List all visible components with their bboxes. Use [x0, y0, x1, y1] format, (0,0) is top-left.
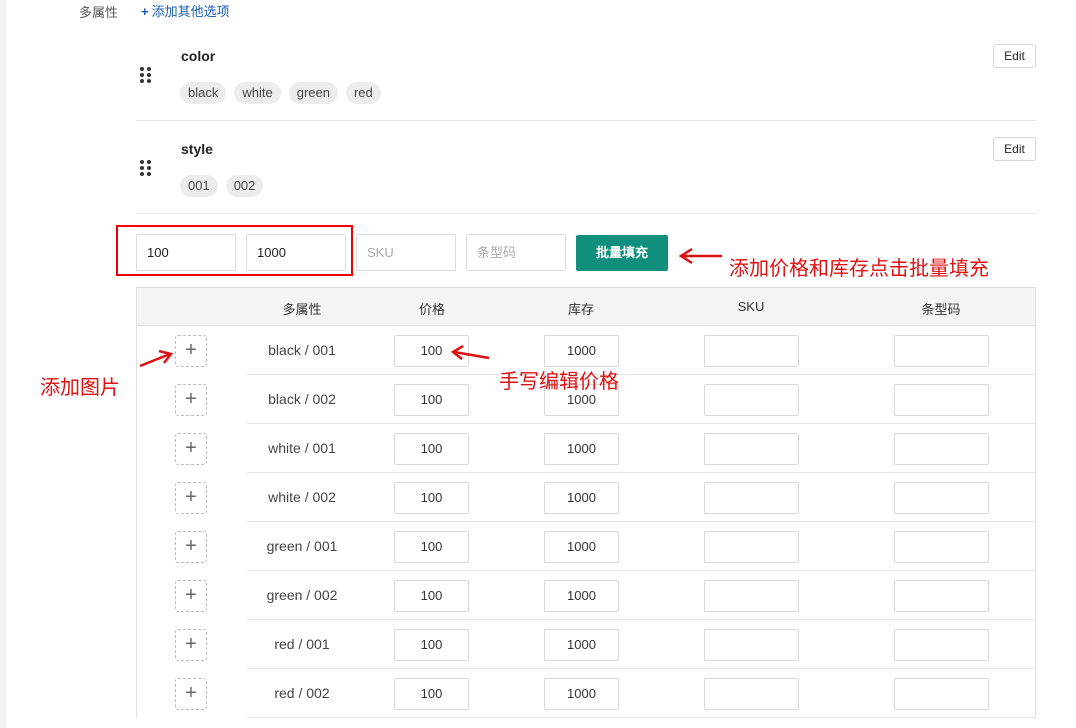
attribute-value-tag: 002 [225, 175, 264, 197]
attribute-value-tag: white [234, 82, 281, 104]
price-input[interactable]: 100 [394, 678, 469, 710]
price-input[interactable]: 100 [394, 629, 469, 661]
attribute-block-style: style 001 002 Edit [136, 121, 1036, 214]
sku-input[interactable] [704, 678, 799, 710]
barcode-input[interactable] [894, 678, 989, 710]
attribute-values: black white green red [180, 82, 381, 104]
bulk-price-input[interactable]: 100 [136, 234, 236, 271]
drag-handle-icon[interactable] [140, 160, 152, 176]
plus-icon: + [185, 437, 197, 459]
sku-input[interactable] [704, 482, 799, 514]
column-header: 价格 [418, 302, 446, 317]
price-input[interactable]: 100 [394, 482, 469, 514]
attribute-name: color [181, 48, 216, 64]
sku-input[interactable] [704, 433, 799, 465]
annotation-manual-edit: 手写编辑价格 [499, 369, 619, 393]
barcode-input[interactable] [894, 384, 989, 416]
bulk-barcode-input[interactable]: 条型码 [466, 234, 566, 271]
table-row: + white / 001 100 1000 [137, 424, 1035, 473]
column-header: SKU [737, 299, 765, 314]
price-input[interactable]: 100 [394, 531, 469, 563]
sku-input[interactable] [704, 335, 799, 367]
table-header: 多属性 价格 库存 SKU 条型码 [137, 287, 1035, 326]
sku-input[interactable] [704, 580, 799, 612]
arrow-left-icon [450, 345, 490, 360]
variant-name: white / 001 [268, 440, 336, 456]
edit-color-button[interactable]: Edit [993, 44, 1036, 68]
plus-icon: + [185, 584, 197, 606]
stock-input[interactable]: 1000 [544, 678, 619, 710]
barcode-input[interactable] [894, 482, 989, 514]
arrow-left-icon [678, 247, 722, 265]
annotation-add-image: 添加图片 [40, 375, 120, 399]
table-row: + red / 002 100 1000 [137, 669, 1035, 718]
plus-icon: + [185, 486, 197, 508]
row-divider [247, 717, 1035, 718]
stock-input[interactable]: 1000 [544, 482, 619, 514]
barcode-input[interactable] [894, 335, 989, 367]
variant-name: green / 002 [266, 587, 338, 603]
attribute-values: 001 002 [180, 175, 264, 197]
barcode-input[interactable] [894, 531, 989, 563]
column-header: 条型码 [921, 302, 961, 317]
plus-icon: + [185, 535, 197, 557]
sku-input[interactable] [704, 629, 799, 661]
table-row: + green / 001 100 1000 [137, 522, 1035, 571]
stock-input[interactable]: 1000 [544, 580, 619, 612]
edit-style-button[interactable]: Edit [993, 137, 1036, 161]
bulk-stock-input[interactable]: 1000 [246, 234, 346, 271]
attribute-value-tag: black [180, 82, 227, 104]
add-option-label: 添加其他选项 [151, 4, 230, 19]
bulk-sku-input[interactable]: SKU [356, 234, 456, 271]
attribute-name: style [181, 141, 213, 157]
plus-icon: + [141, 4, 149, 19]
plus-icon: + [185, 633, 197, 655]
drag-handle-icon[interactable] [140, 67, 152, 83]
attribute-value-tag: green [288, 82, 338, 104]
add-option-link[interactable]: + 添加其他选项 [141, 1, 230, 20]
variant-name: black / 001 [268, 342, 336, 358]
price-input[interactable]: 100 [394, 384, 469, 416]
left-edge-panel [0, 0, 6, 728]
attribute-value-tag: red [345, 82, 381, 104]
column-header: 库存 [567, 302, 595, 317]
price-input[interactable]: 100 [394, 433, 469, 465]
price-input[interactable]: 100 [394, 580, 469, 612]
column-header: 多属性 [282, 302, 322, 317]
stock-input[interactable]: 1000 [544, 335, 619, 367]
barcode-input[interactable] [894, 580, 989, 612]
plus-icon: + [185, 682, 197, 704]
multi-attribute-label: 多属性 [79, 5, 119, 20]
attribute-block-color: color black white green red Edit [136, 28, 1036, 121]
sku-input[interactable] [704, 384, 799, 416]
table-row: + green / 002 100 1000 [137, 571, 1035, 620]
barcode-input[interactable] [894, 629, 989, 661]
plus-icon: + [185, 339, 197, 361]
variant-table: 多属性 价格 库存 SKU 条型码 + black / 001 100 1000 + bl… [136, 287, 1036, 718]
variant-name: black / 002 [268, 391, 336, 407]
plus-icon: + [185, 388, 197, 410]
attribute-value-tag: 001 [180, 175, 218, 197]
sku-input[interactable] [704, 531, 799, 563]
barcode-input[interactable] [894, 433, 989, 465]
stock-input[interactable]: 1000 [544, 531, 619, 563]
variant-name: green / 001 [266, 538, 338, 554]
variant-name: white / 002 [268, 489, 336, 505]
table-row: + white / 002 100 1000 [137, 473, 1035, 522]
bulk-fill-button[interactable]: 批量填充 [576, 235, 668, 271]
annotation-bulk-fill: 添加价格和库存点击批量填充 [729, 256, 989, 280]
variant-name: red / 002 [274, 685, 330, 701]
stock-input[interactable]: 1000 [544, 433, 619, 465]
stock-input[interactable]: 1000 [544, 629, 619, 661]
table-row: + red / 001 100 1000 [137, 620, 1035, 669]
arrow-right-icon [139, 349, 174, 368]
variant-name: red / 001 [274, 636, 330, 652]
